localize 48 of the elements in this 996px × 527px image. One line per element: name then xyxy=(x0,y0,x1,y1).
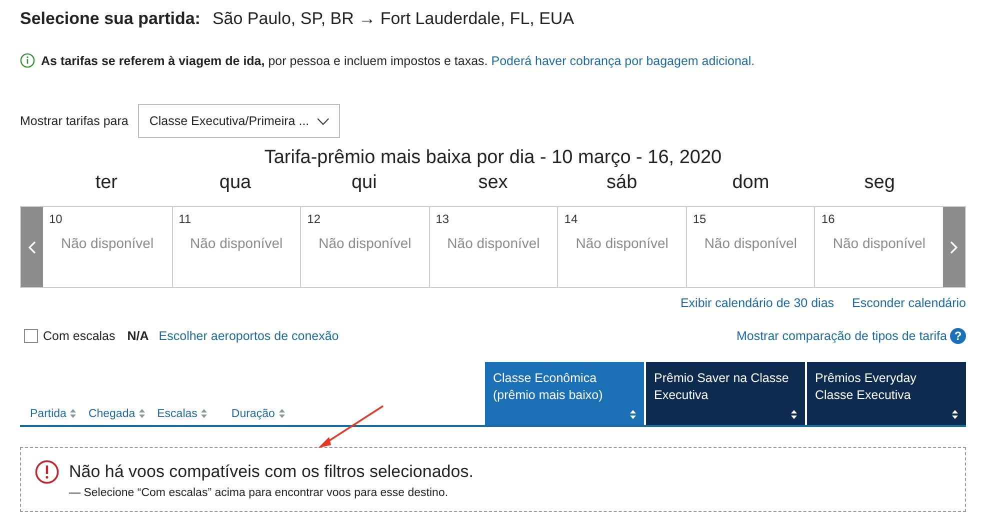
sort-icon xyxy=(201,409,208,418)
baggage-link[interactable]: Poderá haver cobrança por bagagem adicional. xyxy=(491,54,755,68)
previous-week-button[interactable] xyxy=(21,207,43,287)
fare-column-header[interactable]: Classe Econômica (prêmio mais baixo) xyxy=(485,362,644,425)
calendar-title: Tarifa-prêmio mais baixa por dia - 10 março - 16, 2020 xyxy=(263,147,723,170)
sort-column-header[interactable]: Escalas xyxy=(157,408,208,420)
calendar-day[interactable]: 15 Não disponível xyxy=(686,207,814,287)
sort-column-header[interactable]: Partida xyxy=(30,408,76,420)
annotation-arrow xyxy=(316,404,386,450)
info-icon xyxy=(20,53,35,68)
fare-notice: As tarifas se referem à viagem de ida, por pessoa e incluem impostos e taxas. Poderá haver cobrança por bagagem adicional. xyxy=(41,54,755,68)
stops-value: N/A xyxy=(127,329,149,343)
chevron-right-icon xyxy=(950,240,958,254)
next-week-button[interactable] xyxy=(943,207,965,287)
chevron-down-icon xyxy=(317,116,330,126)
chevron-left-icon xyxy=(28,240,36,254)
help-icon[interactable]: ? xyxy=(950,328,966,344)
calendar-day[interactable]: 13 Não disponível xyxy=(428,207,558,287)
weekday-label: qui xyxy=(351,172,377,194)
fare-comparison-link[interactable]: Mostrar comparação de tipos de tarifa xyxy=(736,329,947,343)
no-results-hint: — Selecione “Com escalas” acima para encontrar voos para esse destino. xyxy=(69,487,450,499)
sort-icon xyxy=(952,410,958,419)
calendar-link[interactable]: Esconder calendário xyxy=(852,296,966,310)
stops-checkbox[interactable] xyxy=(24,329,38,343)
route-text: São Paulo, SP, BR → Fort Lauderdale, FL, EUA xyxy=(212,9,574,29)
no-results-title: Não há voos compatíveis com os filtros selecionados. xyxy=(69,462,474,482)
connection-airports-link[interactable]: Escolher aeroportos de conexão xyxy=(158,329,339,343)
weekday-label: seg xyxy=(864,172,895,194)
sort-icon xyxy=(70,409,76,418)
weekday-label: sex xyxy=(478,172,508,194)
sort-icon xyxy=(278,409,285,418)
sort-column-header[interactable]: Chegada xyxy=(88,408,146,420)
fare-column-header[interactable]: Prêmio Saver na Classe Executiva xyxy=(646,362,805,425)
weekday-label: qua xyxy=(219,172,252,194)
fare-class-dropdown[interactable]: Classe Executiva/Primeira ... xyxy=(138,104,340,138)
weekday-label: dom xyxy=(732,172,770,194)
sort-icon xyxy=(791,410,797,419)
fare-column-header[interactable]: Prêmios Everyday Classe Executiva xyxy=(807,362,966,425)
page-heading-label: Selecione sua partida: xyxy=(20,9,200,29)
alert-icon xyxy=(35,460,59,484)
sort-icon xyxy=(139,409,146,418)
stops-label: Com escalas xyxy=(43,329,116,343)
fare-filter-label: Mostrar tarifas para xyxy=(20,114,128,128)
sort-icon xyxy=(630,410,636,419)
weekday-label: sáb xyxy=(606,172,638,194)
sort-column-header[interactable]: Duração xyxy=(231,408,285,420)
calendar-link[interactable]: Exibir calendário de 30 dias xyxy=(680,296,834,310)
weekday-label: ter xyxy=(95,172,118,194)
